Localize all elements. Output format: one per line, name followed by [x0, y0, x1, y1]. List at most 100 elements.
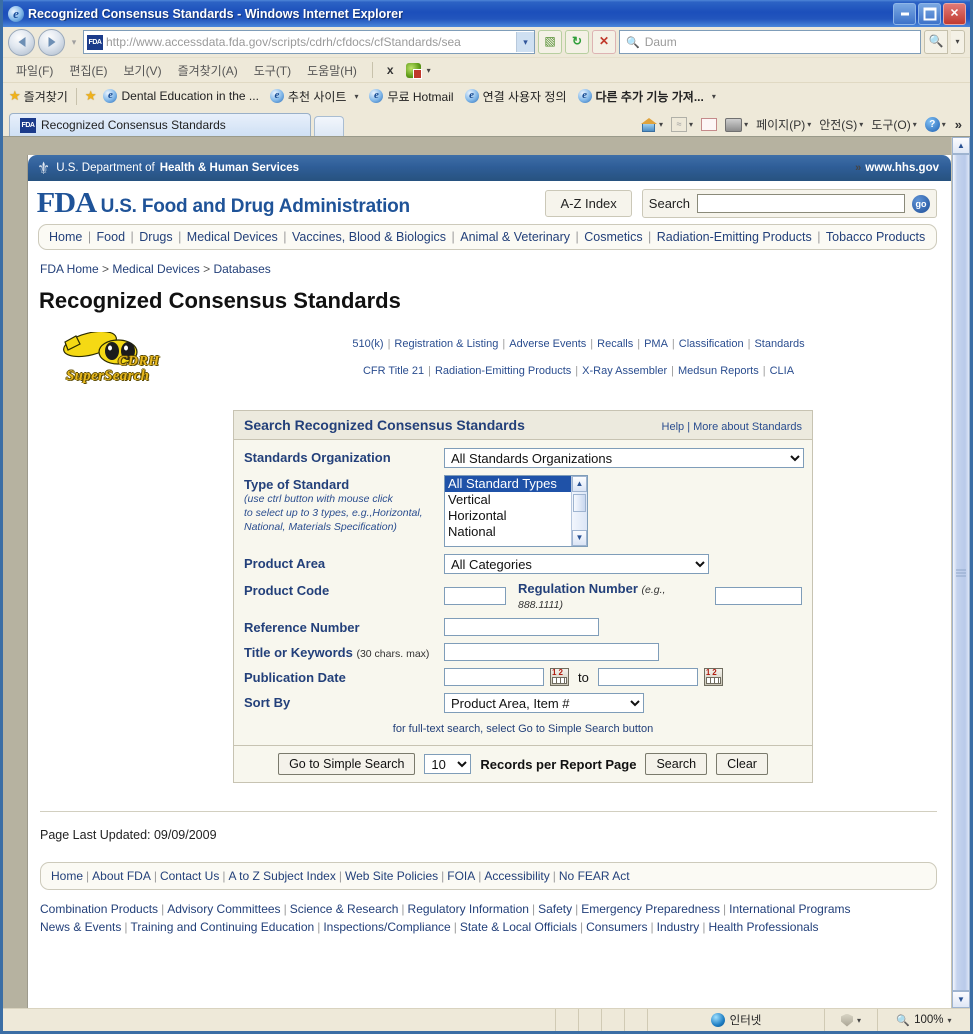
cdrh-link-registration-listing[interactable]: Registration & Listing: [394, 338, 498, 350]
refresh-icon[interactable]: ↻: [565, 30, 589, 54]
type-option-horizontal[interactable]: Horizontal: [445, 508, 587, 524]
scroll-up-icon[interactable]: ▲: [572, 476, 587, 492]
footer-link-regulatory-information[interactable]: Regulatory Information: [408, 902, 529, 916]
footer-link-science-research[interactable]: Science & Research: [290, 902, 399, 916]
new-tab-button[interactable]: [314, 116, 344, 136]
footer-nav-web-site-policies[interactable]: Web Site Policies: [345, 869, 438, 883]
cdrh-link-cfr-title-21[interactable]: CFR Title 21: [363, 365, 424, 377]
cdrh-link-xray-assembler[interactable]: X-Ray Assembler: [582, 365, 667, 377]
browser-search-box[interactable]: 🔍 Daum: [619, 30, 921, 54]
tab-recognized-consensus-standards[interactable]: FDA Recognized Consensus Standards: [9, 113, 311, 136]
footer-nav-foia[interactable]: FOIA: [447, 869, 475, 883]
footer-link-state-local-officials[interactable]: State & Local Officials: [460, 920, 577, 934]
menu-item-help[interactable]: 도움말(H): [300, 60, 364, 81]
breadcrumb-fda-home[interactable]: FDA Home: [40, 262, 99, 276]
footer-link-combination-products[interactable]: Combination Products: [40, 902, 158, 916]
page-menu-button[interactable]: 페이지(P) ▾: [753, 115, 814, 134]
scroll-up-icon[interactable]: ▲: [952, 137, 970, 154]
print-button[interactable]: ▾: [722, 117, 751, 133]
footer-link-training-continuing-education[interactable]: Training and Continuing Education: [131, 920, 315, 934]
nav-item-radiation-emitting[interactable]: Radiation-Emitting Products: [657, 230, 812, 244]
search-submit-icon[interactable]: 🔍: [924, 30, 948, 54]
home-button[interactable]: ▾: [638, 117, 666, 133]
favorite-item-dental[interactable]: e Dental Education in the ...: [99, 87, 262, 105]
fda-search-go-button[interactable]: go: [912, 194, 930, 213]
footer-link-safety[interactable]: Safety: [538, 902, 572, 916]
nav-item-home[interactable]: Home: [49, 230, 82, 244]
favorite-item-hotmail[interactable]: e 무료 Hotmail: [365, 86, 457, 107]
scrollbar-thumb[interactable]: [952, 154, 970, 991]
footer-link-consumers[interactable]: Consumers: [586, 920, 647, 934]
menu-item-edit[interactable]: 편집(E): [62, 60, 114, 81]
nav-item-cosmetics[interactable]: Cosmetics: [584, 230, 642, 244]
history-dropdown-icon[interactable]: ▾: [68, 37, 80, 48]
cdrh-link-clia[interactable]: CLIA: [770, 365, 794, 377]
help-link[interactable]: Help: [662, 421, 685, 433]
fda-logo[interactable]: FDA U.S. Food and Drug Administration: [37, 189, 411, 218]
cdrh-link-medsun-reports[interactable]: Medsun Reports: [678, 365, 759, 377]
tools-menu-button[interactable]: 도구(O) ▾: [868, 115, 919, 134]
type-option-all-standard-types[interactable]: All Standard Types: [445, 476, 587, 492]
overflow-chevron-icon[interactable]: »: [955, 117, 962, 132]
fda-search-input[interactable]: [697, 194, 905, 213]
menu-item-file[interactable]: 파일(F): [9, 60, 60, 81]
footer-nav-home[interactable]: Home: [51, 869, 83, 883]
product-area-select[interactable]: All Categories: [444, 554, 709, 574]
records-per-page-select[interactable]: 10: [424, 754, 472, 774]
url-dropdown-icon[interactable]: ▾: [516, 32, 534, 52]
breadcrumb-medical-devices[interactable]: Medical Devices: [112, 262, 199, 276]
protected-mode-indicator[interactable]: ▾: [825, 1009, 878, 1031]
cdrh-link-adverse-events[interactable]: Adverse Events: [509, 338, 586, 350]
favorite-item-get-more-addons[interactable]: e 다른 추가 기능 가져... ▾: [574, 86, 720, 107]
cdrh-supersearch-logo[interactable]: CDRH SuperSearch: [56, 332, 206, 390]
footer-link-emergency-preparedness[interactable]: Emergency Preparedness: [581, 902, 720, 916]
cdrh-link-radiation-emitting-products[interactable]: Radiation-Emitting Products: [435, 365, 571, 377]
footer-link-inspections-compliance[interactable]: Inspections/Compliance: [323, 920, 450, 934]
nav-item-medical-devices[interactable]: Medical Devices: [187, 230, 278, 244]
minimize-button[interactable]: [893, 3, 916, 25]
calendar-icon[interactable]: 12: [550, 668, 569, 686]
scrollbar-thumb[interactable]: [573, 494, 586, 512]
nav-item-food[interactable]: Food: [97, 230, 126, 244]
menu-item-tools[interactable]: 도구(T): [247, 60, 298, 81]
footer-link-news-events[interactable]: News & Events: [40, 920, 121, 934]
footer-nav-about-fda[interactable]: About FDA: [92, 869, 151, 883]
footer-link-health-professionals[interactable]: Health Professionals: [708, 920, 818, 934]
footer-nav-no-fear-act[interactable]: No FEAR Act: [559, 869, 630, 883]
forward-button[interactable]: [38, 28, 65, 56]
mail-button[interactable]: [698, 117, 720, 132]
cdrh-link-standards[interactable]: Standards: [754, 338, 804, 350]
zoom-control[interactable]: 🔍 100% ▾: [878, 1014, 970, 1027]
favorite-item-customize-links[interactable]: e 연결 사용자 정의: [461, 86, 571, 107]
feeds-button[interactable]: ≈ ▾: [668, 116, 696, 133]
menu-item-favorites[interactable]: 즐겨찾기(A): [171, 60, 245, 81]
reference-number-input[interactable]: [444, 618, 599, 636]
help-menu-button[interactable]: ? ▾: [922, 116, 949, 133]
footer-link-international-programs[interactable]: International Programs: [729, 902, 850, 916]
close-button[interactable]: ✕: [943, 3, 966, 25]
add-favorite-icon[interactable]: ★: [85, 88, 97, 104]
scroll-down-icon[interactable]: ▼: [952, 991, 970, 1008]
menu-item-view[interactable]: 보기(V): [116, 60, 168, 81]
cdrh-link-recalls[interactable]: Recalls: [597, 338, 633, 350]
compatibility-view-icon[interactable]: ▧: [538, 30, 562, 54]
nav-item-drugs[interactable]: Drugs: [139, 230, 172, 244]
cdrh-link-510k[interactable]: 510(k): [352, 338, 383, 350]
type-option-vertical[interactable]: Vertical: [445, 492, 587, 508]
nav-item-vaccines[interactable]: Vaccines, Blood & Biologics: [292, 230, 446, 244]
type-option-national[interactable]: National: [445, 524, 587, 540]
more-about-standards-link[interactable]: More about Standards: [693, 421, 802, 433]
back-button[interactable]: [8, 28, 35, 56]
product-code-input[interactable]: [444, 587, 506, 605]
footer-link-industry[interactable]: Industry: [657, 920, 700, 934]
favorite-item-suggested-sites[interactable]: e 추천 사이트 ▾: [266, 86, 363, 107]
calendar-icon[interactable]: 12: [703, 668, 723, 686]
cdrh-link-pma[interactable]: PMA: [644, 338, 668, 350]
hhs-link[interactable]: » www.hhs.gov: [855, 162, 939, 174]
chevron-down-icon[interactable]: ▾: [427, 66, 431, 75]
go-to-simple-search-button[interactable]: Go to Simple Search: [278, 753, 416, 775]
maximize-button[interactable]: [918, 3, 941, 25]
footer-nav-a-to-z-subject-index[interactable]: A to Z Subject Index: [228, 869, 335, 883]
type-of-standard-listbox[interactable]: All Standard Types Vertical Horizontal N…: [444, 475, 588, 547]
standards-organization-select[interactable]: All Standards Organizations: [444, 448, 804, 468]
